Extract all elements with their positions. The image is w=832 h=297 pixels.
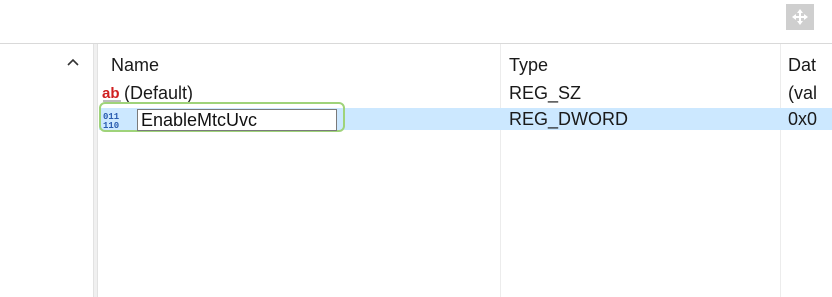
move-arrows-icon[interactable]	[786, 4, 814, 30]
string-value-icon: ab	[102, 84, 121, 102]
values-list-pane[interactable]: Name Type Dat ab (Default) REG_SZ (val 0…	[99, 44, 832, 297]
key-tree-pane[interactable]	[0, 44, 93, 297]
column-header-type[interactable]: Type	[509, 55, 548, 76]
value-type: REG_SZ	[509, 83, 582, 103]
column-header-data[interactable]: Dat	[788, 55, 816, 76]
chevron-up-icon[interactable]	[62, 54, 84, 70]
rename-value-input[interactable]	[137, 109, 337, 131]
table-row-selected[interactable]: 011 110 REG_DWORD 0x0	[99, 102, 832, 132]
value-data: (val	[788, 83, 818, 103]
table-row[interactable]: ab (Default) REG_SZ (val	[99, 82, 832, 104]
column-header-name[interactable]: Name	[111, 55, 159, 76]
string-icon-glyph: ab	[102, 85, 120, 102]
value-name: (Default)	[124, 83, 194, 103]
value-type: REG_DWORD	[509, 109, 629, 129]
value-data: 0x0	[788, 109, 818, 129]
move-arrows-glyph	[792, 9, 808, 25]
pane-splitter[interactable]	[93, 44, 98, 297]
